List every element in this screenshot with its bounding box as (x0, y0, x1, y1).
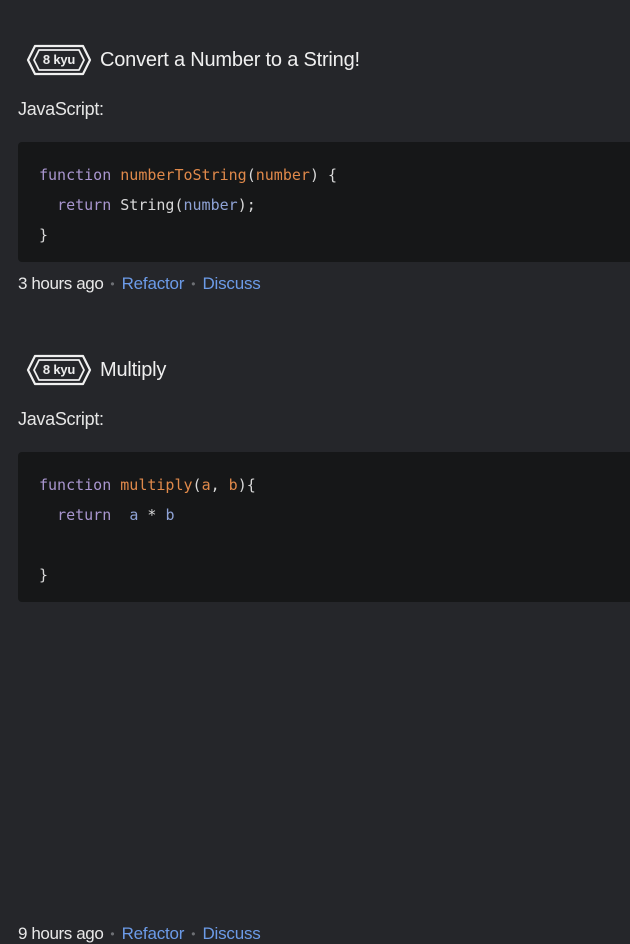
code-token: b (165, 506, 175, 524)
separator-dot: • (110, 277, 115, 291)
code-token: return (57, 506, 112, 524)
code-token: ( (246, 166, 256, 184)
code-line: return String(number); (39, 190, 630, 220)
code-token: b (228, 476, 238, 494)
code-token: ) { (309, 166, 338, 184)
code-token: return (57, 196, 112, 214)
code-line: function numberToString(number) { (39, 160, 630, 190)
separator-dot: • (110, 927, 115, 941)
language-label: JavaScript: (18, 99, 104, 119)
refactor-link[interactable]: Refactor (122, 924, 185, 944)
kata-title-row: 8 kyu Convert a Number to a String! (26, 44, 360, 76)
rank-label: 8 kyu (42, 362, 76, 377)
code-line: } (39, 220, 630, 250)
code-block: function numberToString(number) { return… (18, 142, 630, 262)
code-block: function multiply(a, b){ return a * b} (18, 452, 630, 602)
rank-label: 8 kyu (42, 52, 76, 67)
code-token: function (39, 476, 112, 494)
rank-badge: 8 kyu (26, 44, 92, 76)
solution-meta: 9 hours ago • Refactor • Discuss (18, 924, 261, 944)
language-label: JavaScript: (18, 409, 104, 429)
code-token: ); (237, 196, 256, 214)
timestamp: 3 hours ago (18, 274, 104, 293)
code-token: } (39, 566, 49, 584)
rank-badge: 8 kyu (26, 354, 92, 386)
timestamp: 9 hours ago (18, 924, 104, 943)
code-token: } (39, 226, 49, 244)
code-token: a (201, 476, 211, 494)
code-token: String( (111, 196, 184, 214)
code-line: } (39, 560, 630, 590)
code-token: * (138, 506, 166, 524)
separator-dot: • (191, 277, 196, 291)
code-line: function multiply(a, b){ (39, 470, 630, 500)
kata-title-link[interactable]: Multiply (100, 359, 166, 382)
code-token: , (210, 476, 229, 494)
code-token: number (255, 166, 310, 184)
code-token: multiply (120, 476, 193, 494)
kata-title-link[interactable]: Convert a Number to a String! (100, 49, 360, 72)
code-token: number (183, 196, 238, 214)
code-token: a (129, 506, 139, 524)
code-line: return a * b (39, 500, 630, 530)
discuss-link[interactable]: Discuss (202, 274, 260, 294)
solution-meta: 3 hours ago • Refactor • Discuss (18, 274, 261, 294)
kata-title-row: 8 kyu Multiply (26, 354, 166, 386)
discuss-link[interactable]: Discuss (202, 924, 260, 944)
code-token: ( (192, 476, 202, 494)
refactor-link[interactable]: Refactor (122, 274, 185, 294)
separator-dot: • (191, 927, 196, 941)
code-token: numberToString (120, 166, 247, 184)
code-token: ){ (237, 476, 256, 494)
code-token: function (39, 166, 112, 184)
